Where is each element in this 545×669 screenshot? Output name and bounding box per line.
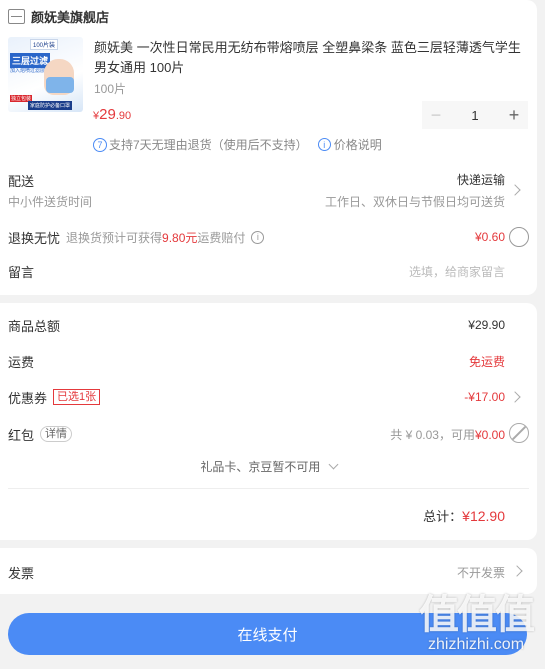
mask-shape xyxy=(46,77,74,93)
summary-card: 商品总额 ¥29.90 运费 免运费 优惠券 已选1张 -¥17.00 红包 详… xyxy=(0,303,537,540)
coupon-value: -¥17.00 xyxy=(464,390,505,404)
store-name: 颜妩美旗舰店 xyxy=(31,9,110,25)
store-icon xyxy=(8,8,25,24)
redpack-row[interactable]: 红包 详情 共 ¥ 0.03，可用¥0.00 xyxy=(8,423,529,445)
thumb-badge: 100片装 xyxy=(30,39,59,50)
coupon-row[interactable]: 优惠券 已选1张 -¥17.00 xyxy=(8,387,529,407)
return-worry-label: 退换无忧 xyxy=(8,230,61,246)
chevron-down-icon xyxy=(328,459,339,470)
goods-total-value: ¥29.90 xyxy=(468,318,505,332)
product-title[interactable]: 颜妩美 一次性日常民用无纺布带熔喷层 全塑鼻梁条 蓝色三层轻薄透气学生男女通用 … xyxy=(94,38,530,78)
product-thumbnail[interactable]: 100片装 三层过滤 加入熔喷过滤层 独立包装 家庭防护必备口罩 xyxy=(8,37,83,112)
message-row[interactable]: 留言 选填，给商家留言 xyxy=(0,260,537,282)
return-worry-desc: 退换货预计可获得9.80元运费赔付 xyxy=(66,230,246,245)
seven-day-icon: 7 xyxy=(93,137,107,152)
total-value: ¥12.90 xyxy=(462,508,505,524)
return-worry-price: ¥0.60 xyxy=(474,230,505,244)
info-icon[interactable]: i xyxy=(251,230,265,244)
product-spec: 100片 xyxy=(94,82,127,96)
gift-notice[interactable]: 礼品卡、京豆暂不可用 xyxy=(0,458,537,475)
return-worry-row[interactable]: 退换无忧 退换货预计可获得9.80元运费赔付 i ¥0.60 xyxy=(0,226,537,248)
divider xyxy=(8,488,529,489)
freight-value: 免运费 xyxy=(468,354,505,369)
delivery-method: 快递运输 xyxy=(456,173,505,187)
delivery-label: 配送 xyxy=(8,174,35,189)
goods-total-row: 商品总额 ¥29.90 xyxy=(8,315,529,335)
invoice-value: 不开发票 xyxy=(456,566,505,580)
delivery-sub-right: 工作日、双休日与节假日均可送货 xyxy=(324,195,505,209)
invoice-label: 发票 xyxy=(8,566,35,581)
message-label: 留言 xyxy=(8,264,35,280)
plus-button[interactable]: + xyxy=(500,105,528,126)
goods-total-label: 商品总额 xyxy=(8,318,61,334)
pay-button[interactable]: 在线支付 xyxy=(8,613,527,655)
select-circle-icon[interactable] xyxy=(509,227,529,247)
quantity-value[interactable]: 1 xyxy=(450,108,500,123)
freight-label: 运费 xyxy=(8,354,35,370)
chevron-right-icon xyxy=(509,391,521,403)
redpack-detail-link[interactable]: 详情 xyxy=(40,426,73,442)
redpack-label: 红包 xyxy=(8,427,35,443)
quantity-stepper: − 1 + xyxy=(422,101,528,129)
support-text: 支持7天无理由退货（使用后不支持） xyxy=(109,138,308,152)
thumb-footer: 家庭防护必备口罩 xyxy=(28,101,73,110)
store-header[interactable]: 颜妩美旗舰店 xyxy=(8,6,529,26)
redpack-info: 共 ¥ 0.03，可用¥0.00 xyxy=(390,427,505,442)
chevron-right-icon xyxy=(511,565,523,577)
minus-button[interactable]: − xyxy=(422,105,450,126)
thumb-subline: 加入熔喷过滤层 xyxy=(10,68,46,74)
support-line: 7 支持7天无理由退货（使用后不支持） i 价格说明 xyxy=(93,136,382,153)
disabled-circle-icon xyxy=(509,423,529,443)
total-label: 总计： xyxy=(423,509,463,524)
price-note[interactable]: 价格说明 xyxy=(334,136,382,153)
chevron-right-icon xyxy=(509,184,521,196)
invoice-card[interactable]: 发票 不开发票 xyxy=(0,548,537,594)
total-row: 总计：¥12.90 xyxy=(423,506,505,525)
delivery-sub-left: 中小件送货时间 xyxy=(8,195,93,209)
price-info-icon[interactable]: i xyxy=(317,138,331,151)
product-price: ¥29.90 xyxy=(93,106,132,123)
coupon-label: 优惠券 xyxy=(8,390,48,406)
message-input[interactable]: 选填，给商家留言 xyxy=(409,263,505,280)
delivery-row[interactable]: 配送 快递运输 中小件送货时间 工作日、双休日与节假日均可送货 xyxy=(0,168,537,212)
freight-row: 运费 免运费 xyxy=(8,351,529,371)
thumb-headline: 三层过滤 xyxy=(10,53,51,68)
coupon-badge: 已选1张 xyxy=(53,389,101,405)
order-card: 颜妩美旗舰店 100片装 三层过滤 加入熔喷过滤层 独立包装 家庭防护必备口罩 … xyxy=(0,0,537,295)
